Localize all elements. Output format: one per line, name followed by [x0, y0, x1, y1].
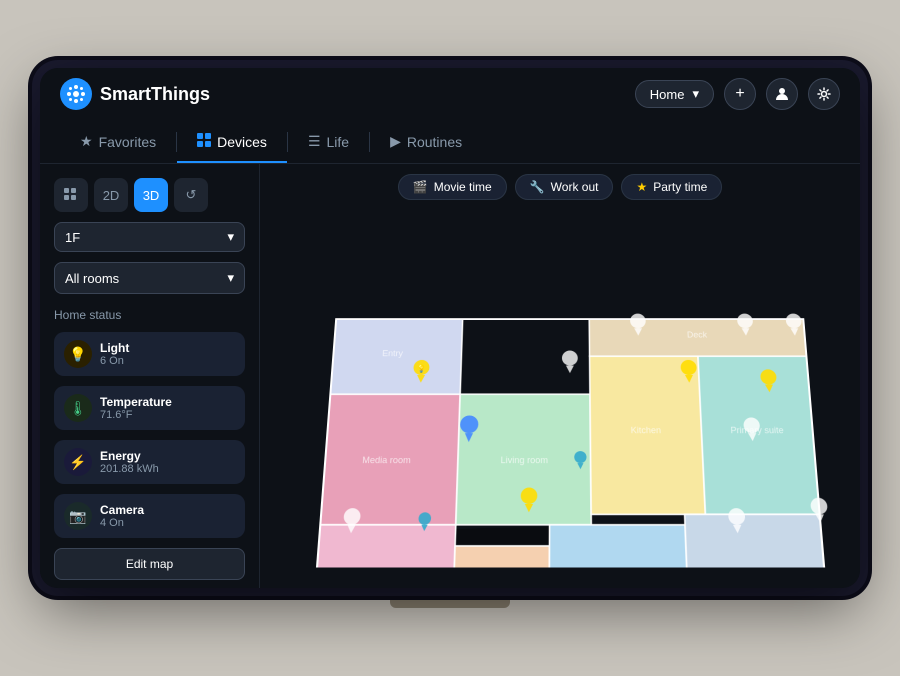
- energy-icon: ⚡: [64, 448, 92, 476]
- svg-text:Kitchen: Kitchen: [631, 425, 662, 435]
- floor-map: Media room Bedroom Living room Porch Din…: [260, 210, 860, 588]
- home-selector[interactable]: Home ▾: [635, 80, 714, 108]
- star-icon: ★: [80, 133, 93, 150]
- tv-stand: [390, 588, 510, 608]
- list-icon: ☰: [308, 133, 321, 150]
- main-content: 2D 3D ↺ 1F ▾ All rooms ▾: [40, 164, 860, 588]
- temperature-icon: 🌡: [64, 394, 92, 422]
- view-controls: 2D 3D ↺: [54, 178, 245, 212]
- svg-text:Entry: Entry: [382, 348, 404, 358]
- map-area: 🎬 Movie time 🔧 Work out ★ Party time: [260, 164, 860, 588]
- camera-icon: 📷: [64, 502, 92, 530]
- history-view-button[interactable]: ↺: [174, 178, 208, 212]
- play-icon: ▶: [390, 133, 401, 150]
- chevron-down-icon: ▾: [227, 270, 234, 286]
- edit-map-button[interactable]: Edit map: [54, 548, 245, 580]
- nav-tabs: ★ Favorites Devices ☰ Life: [40, 120, 860, 164]
- grid-icon: [197, 133, 211, 150]
- header: SmartThings Home ▾ +: [40, 68, 860, 120]
- status-camera[interactable]: 📷 Camera 4 On: [54, 494, 245, 538]
- movie-time-button[interactable]: 🎬 Movie time: [398, 174, 507, 200]
- movie-icon: 🎬: [413, 180, 428, 194]
- tv-frame: SmartThings Home ▾ +: [40, 68, 860, 588]
- home-status-title: Home status: [54, 308, 245, 322]
- status-energy[interactable]: ⚡ Energy 201.88 kWh: [54, 440, 245, 484]
- status-temperature[interactable]: 🌡 Temperature 71.6°F: [54, 386, 245, 430]
- party-icon: ★: [636, 180, 647, 194]
- tab-life[interactable]: ☰ Life: [288, 120, 369, 163]
- scene-buttons: 🎬 Movie time 🔧 Work out ★ Party time: [260, 164, 860, 210]
- svg-text:Deck: Deck: [687, 330, 708, 340]
- logo-icon: [60, 78, 92, 110]
- svg-text:Living room: Living room: [500, 455, 548, 465]
- room-selector[interactable]: All rooms ▾: [54, 262, 245, 294]
- energy-status-text: Energy 201.88 kWh: [100, 449, 235, 475]
- svg-text:💡: 💡: [416, 364, 426, 373]
- floor-plan: Media room Bedroom Living room Porch Din…: [285, 248, 834, 568]
- profile-button[interactable]: [766, 78, 798, 110]
- app-name: SmartThings: [100, 84, 210, 105]
- svg-text:Media room: Media room: [362, 455, 411, 465]
- sidebar: 2D 3D ↺ 1F ▾ All rooms ▾: [40, 164, 260, 588]
- chevron-down-icon: ▾: [692, 86, 699, 102]
- floor-selector[interactable]: 1F ▾: [54, 222, 245, 252]
- grid-view-button[interactable]: [54, 178, 88, 212]
- temp-status-text: Temperature 71.6°F: [100, 395, 235, 421]
- light-status-text: Light 6 On: [100, 341, 235, 367]
- settings-button[interactable]: [808, 78, 840, 110]
- workout-button[interactable]: 🔧 Work out: [515, 174, 614, 200]
- tv-wrapper: SmartThings Home ▾ +: [40, 68, 860, 608]
- 3d-view-button[interactable]: 3D: [134, 178, 168, 212]
- header-right: Home ▾ +: [635, 78, 840, 110]
- party-time-button[interactable]: ★ Party time: [621, 174, 722, 200]
- status-light[interactable]: 💡 Light 6 On: [54, 332, 245, 376]
- light-icon: 💡: [64, 340, 92, 368]
- workout-icon: 🔧: [530, 180, 545, 194]
- floor-plan-svg: Media room Bedroom Living room Porch Din…: [285, 248, 834, 568]
- home-label: Home: [650, 87, 685, 102]
- add-button[interactable]: +: [724, 78, 756, 110]
- camera-status-text: Camera 4 On: [100, 503, 235, 529]
- tab-devices[interactable]: Devices: [177, 120, 287, 163]
- logo-area: SmartThings: [60, 78, 210, 110]
- chevron-down-icon: ▾: [227, 229, 234, 245]
- tab-favorites[interactable]: ★ Favorites: [60, 120, 176, 163]
- tab-routines[interactable]: ▶ Routines: [370, 120, 482, 163]
- 2d-view-button[interactable]: 2D: [94, 178, 128, 212]
